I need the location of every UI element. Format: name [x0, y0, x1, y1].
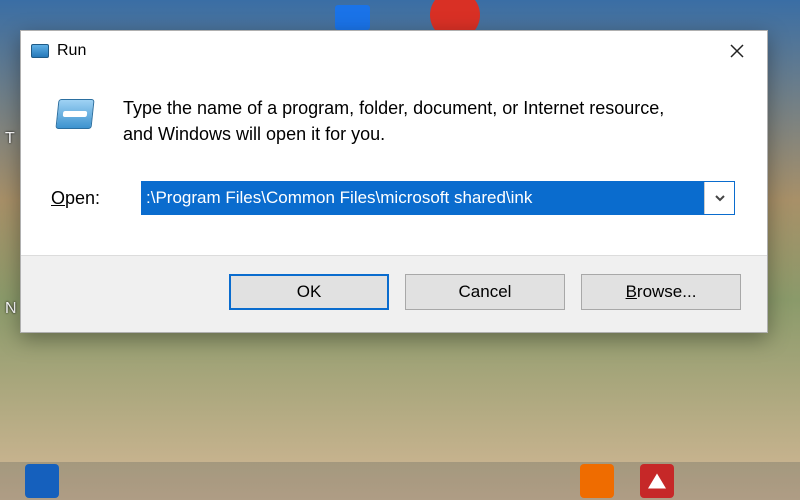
- close-button[interactable]: [709, 32, 765, 70]
- description-text: Type the name of a program, folder, docu…: [123, 95, 683, 147]
- open-combobox[interactable]: [141, 181, 735, 215]
- open-label: Open:: [51, 188, 121, 209]
- dialog-footer: OK Cancel Browse...: [21, 255, 767, 332]
- close-icon: [730, 44, 744, 58]
- cancel-button[interactable]: Cancel: [405, 274, 565, 310]
- bg-letter: T: [5, 130, 15, 148]
- run-icon: [31, 44, 49, 58]
- taskbar-icon: [580, 464, 614, 498]
- ok-button[interactable]: OK: [229, 274, 389, 310]
- taskbar-icon: [640, 464, 674, 498]
- titlebar[interactable]: Run: [21, 31, 767, 71]
- bg-letter: N: [5, 300, 17, 318]
- taskbar: [0, 462, 800, 500]
- chevron-down-icon: [714, 192, 726, 204]
- browse-button[interactable]: Browse...: [581, 274, 741, 310]
- taskbar-icon: [25, 464, 59, 498]
- run-large-icon: [51, 95, 99, 135]
- run-dialog: Run Type the name of a program, folder, …: [20, 30, 768, 333]
- window-title: Run: [57, 42, 86, 60]
- dialog-body: Type the name of a program, folder, docu…: [21, 71, 767, 255]
- bg-shape: [335, 5, 370, 30]
- open-input[interactable]: [142, 182, 704, 214]
- dropdown-button[interactable]: [704, 182, 734, 214]
